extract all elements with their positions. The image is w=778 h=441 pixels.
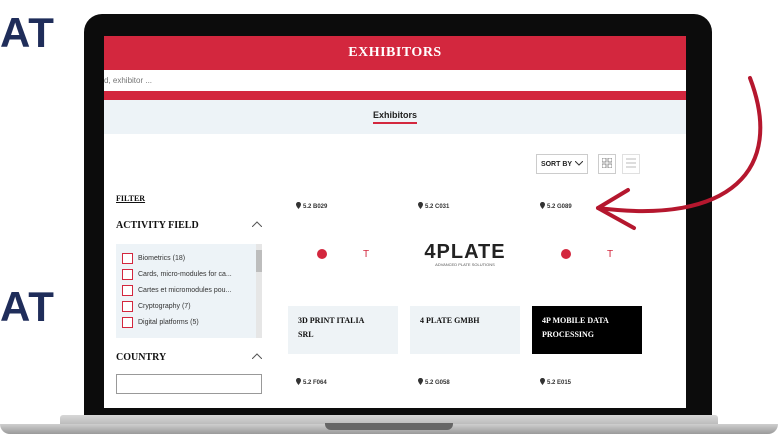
annotation-arrow-icon [596, 76, 763, 230]
